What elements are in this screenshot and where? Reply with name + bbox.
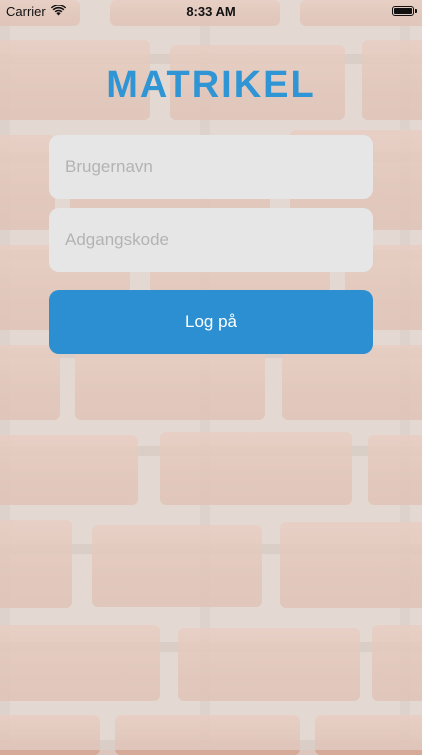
status-bar: Carrier 8:33 AM <box>0 0 422 22</box>
login-button[interactable]: Log på <box>49 290 373 354</box>
battery-level <box>394 8 412 14</box>
battery-icon <box>392 6 417 16</box>
app-title: MATRIKEL <box>106 64 316 106</box>
login-screen: MATRIKEL Log på <box>0 0 422 750</box>
username-field[interactable] <box>49 135 373 199</box>
password-field[interactable] <box>49 208 373 272</box>
status-time: 8:33 AM <box>186 3 236 19</box>
